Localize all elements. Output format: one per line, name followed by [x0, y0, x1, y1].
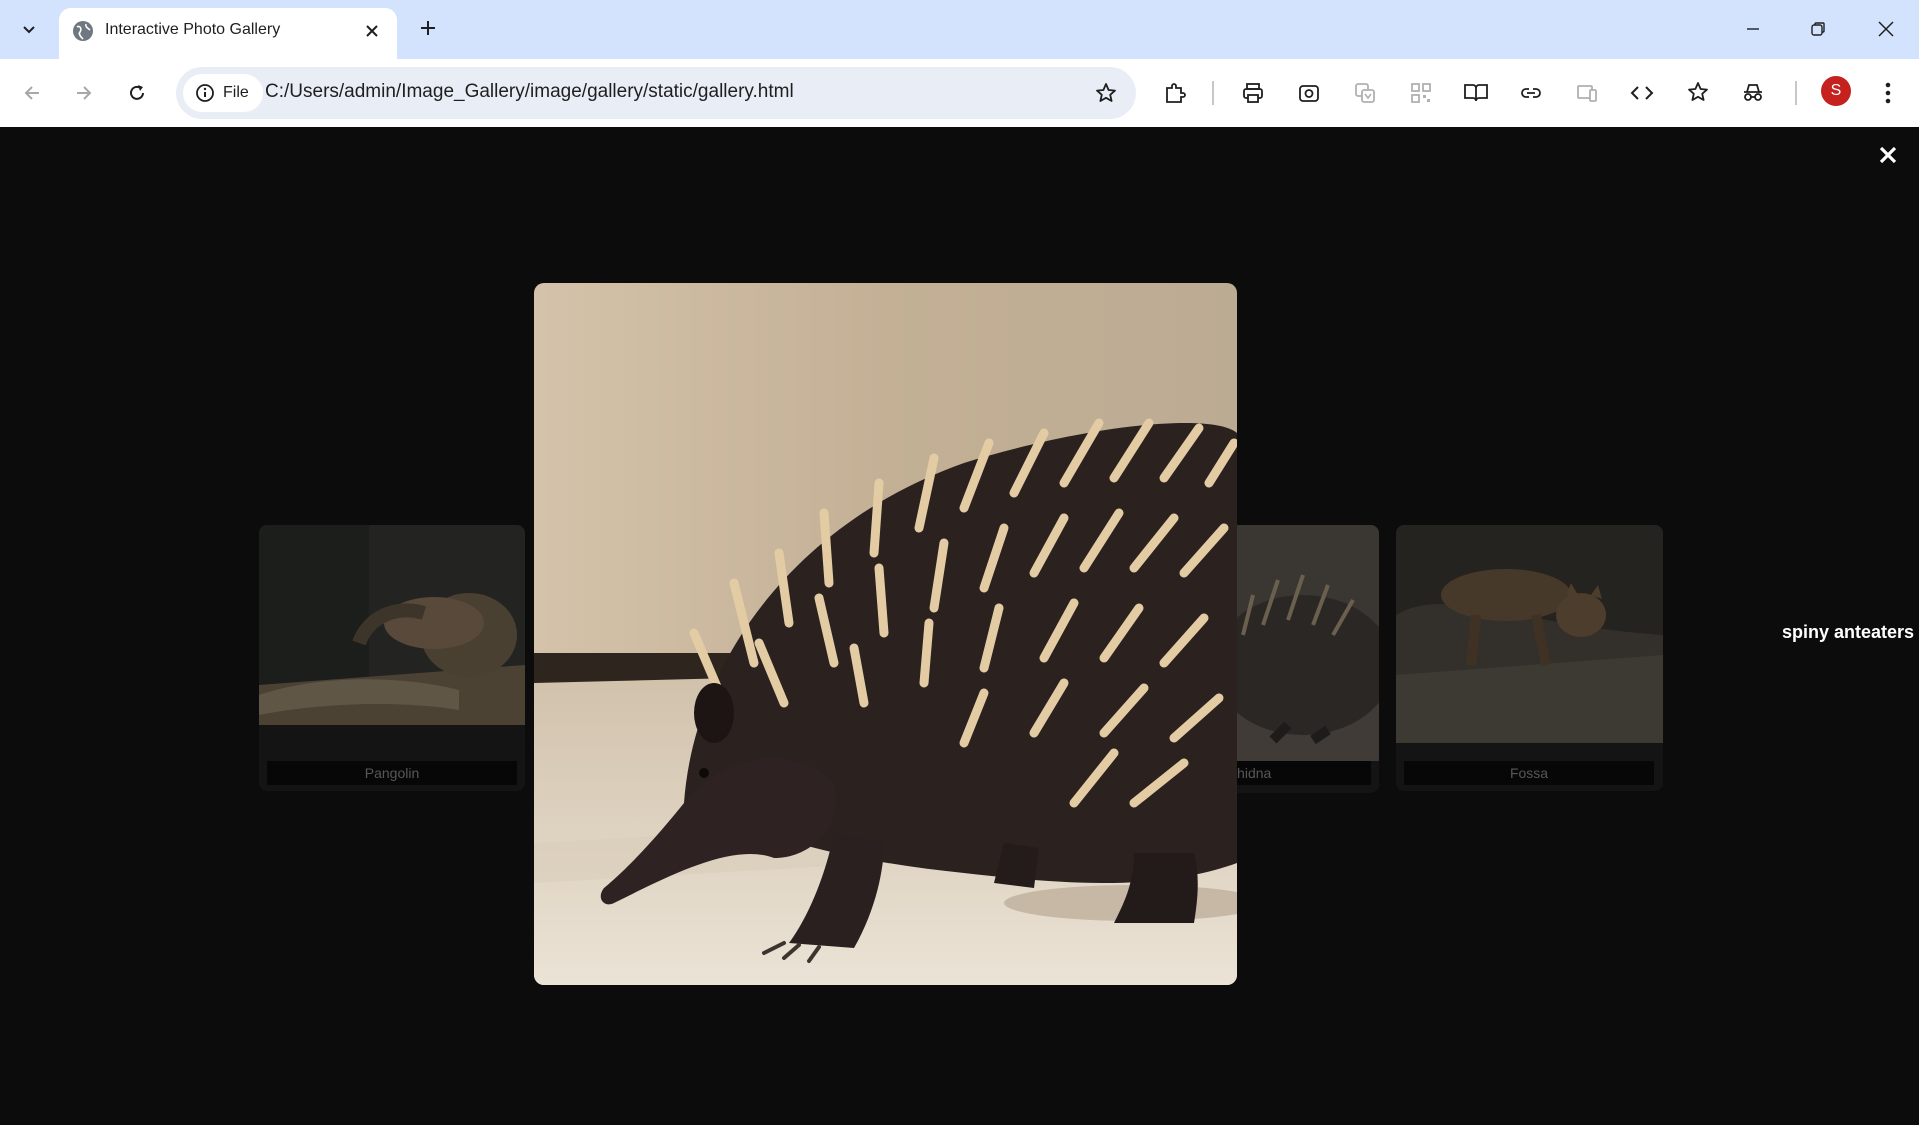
tab-strip: Interactive Photo Gallery: [0, 0, 1919, 59]
site-info-label: File: [223, 84, 249, 101]
book-icon: [1464, 84, 1488, 102]
echidna-photo: [534, 283, 1237, 985]
close-icon: [1878, 21, 1894, 37]
pangolin-photo: [259, 525, 525, 725]
lightbox-image[interactable]: [534, 283, 1237, 985]
star-list-icon: [1688, 82, 1708, 101]
bookmark-button[interactable]: [1092, 79, 1120, 107]
puzzle-icon: [1166, 83, 1186, 103]
minimize-icon: [1747, 28, 1759, 30]
view-source-button[interactable]: [1623, 74, 1661, 112]
qr-code-icon: [1411, 83, 1431, 103]
incognito-button[interactable]: [1734, 74, 1772, 112]
translate-button[interactable]: [1346, 74, 1384, 112]
link-icon: [1521, 88, 1541, 98]
url-text[interactable]: C:/Users/admin/Image_Gallery/image/galle…: [265, 81, 794, 103]
reload-icon: [130, 85, 144, 100]
extensions-button[interactable]: [1156, 74, 1194, 112]
card-caption: Pangolin: [267, 761, 517, 785]
browser-toolbar: File C:/Users/admin/Image_Gallery/image/…: [0, 59, 1919, 127]
restore-button[interactable]: [1790, 8, 1846, 50]
gallery-card[interactable]: Pangolin: [259, 525, 525, 791]
translate-icon: [1355, 83, 1375, 103]
print-button[interactable]: [1234, 74, 1272, 112]
menu-button[interactable]: [1869, 74, 1907, 112]
kebab-menu-icon: [1885, 82, 1891, 104]
back-button[interactable]: [12, 73, 52, 113]
reload-button[interactable]: [117, 73, 157, 113]
fossa-photo: [1396, 525, 1663, 743]
lightbox-close-button[interactable]: [1876, 143, 1900, 167]
lightbox-caption: spiny anteaters: [1782, 622, 1915, 642]
devices-icon: [1577, 85, 1597, 102]
close-icon: [366, 25, 378, 37]
plus-icon: [421, 21, 435, 35]
tab-title: Interactive Photo Gallery: [105, 21, 281, 38]
browser-tab[interactable]: Interactive Photo Gallery: [59, 8, 397, 59]
close-icon: [1879, 146, 1897, 164]
arrow-right-icon: [77, 86, 92, 100]
window-close-button[interactable]: [1858, 8, 1914, 50]
arrow-left-icon: [24, 86, 39, 100]
chevron-down-icon: [23, 26, 35, 34]
new-tab-button[interactable]: [412, 12, 444, 44]
tab-search-button[interactable]: [8, 10, 50, 48]
bookmarks-button[interactable]: [1679, 74, 1717, 112]
gallery-card[interactable]: Fossa: [1396, 525, 1663, 791]
lens-button[interactable]: [1290, 74, 1328, 112]
profile-avatar[interactable]: S: [1821, 76, 1851, 106]
address-bar[interactable]: File C:/Users/admin/Image_Gallery/image/…: [176, 67, 1136, 119]
code-icon: [1630, 86, 1654, 100]
printer-icon: [1243, 83, 1263, 103]
gallery-page: Pangolin Echidna Fossa spiny anteaters: [0, 127, 1919, 1125]
toolbar-divider: [1795, 81, 1797, 105]
toolbar-divider: [1212, 81, 1214, 105]
restore-icon: [1811, 22, 1825, 36]
globe-icon: [73, 21, 93, 41]
minimize-button[interactable]: [1725, 8, 1781, 50]
site-info-chip[interactable]: File: [183, 74, 263, 112]
forward-button[interactable]: [64, 73, 104, 113]
star-icon: [1096, 83, 1116, 102]
copy-link-button[interactable]: [1512, 74, 1550, 112]
device-mode-button[interactable]: [1568, 74, 1606, 112]
qr-code-button[interactable]: [1402, 74, 1440, 112]
tab-close-button[interactable]: [359, 18, 385, 44]
info-icon: [196, 84, 214, 102]
reading-mode-button[interactable]: [1457, 74, 1495, 112]
card-caption: Fossa: [1404, 761, 1654, 785]
camera-search-icon: [1299, 85, 1319, 102]
incognito-icon: [1744, 84, 1762, 101]
